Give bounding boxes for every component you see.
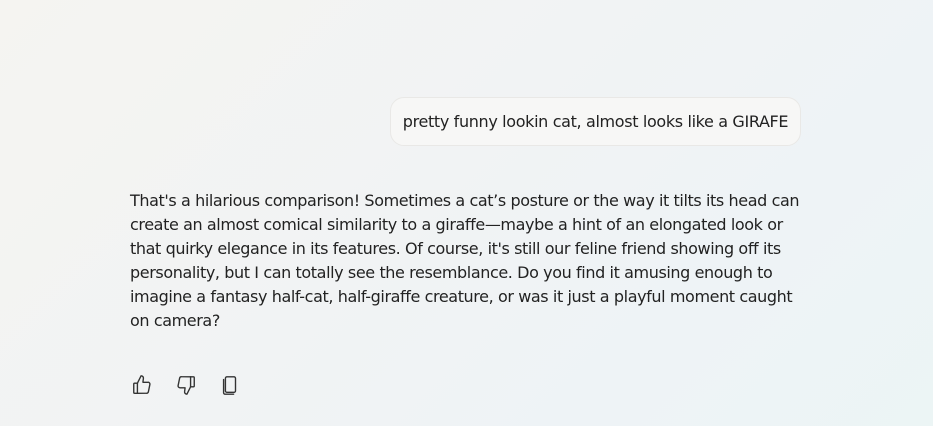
user-message-text: pretty funny lookin cat, almost looks li…	[402, 112, 789, 131]
thumbs-up-icon	[133, 375, 151, 394]
thumbs-down-icon	[177, 376, 195, 395]
like-button[interactable]	[122, 370, 162, 400]
assistant-message-text: That's a hilarious comparison! Sometimes…	[130, 191, 800, 330]
user-message-bubble: pretty funny lookin cat, almost looks li…	[390, 97, 801, 146]
copy-button[interactable]	[210, 370, 250, 400]
chat-thread: pretty funny lookin cat, almost looks li…	[0, 0, 933, 426]
message-actions	[122, 370, 250, 400]
copy-icon	[222, 376, 237, 395]
dislike-button[interactable]	[166, 370, 206, 400]
assistant-message: That's a hilarious comparison! Sometimes…	[130, 189, 800, 333]
